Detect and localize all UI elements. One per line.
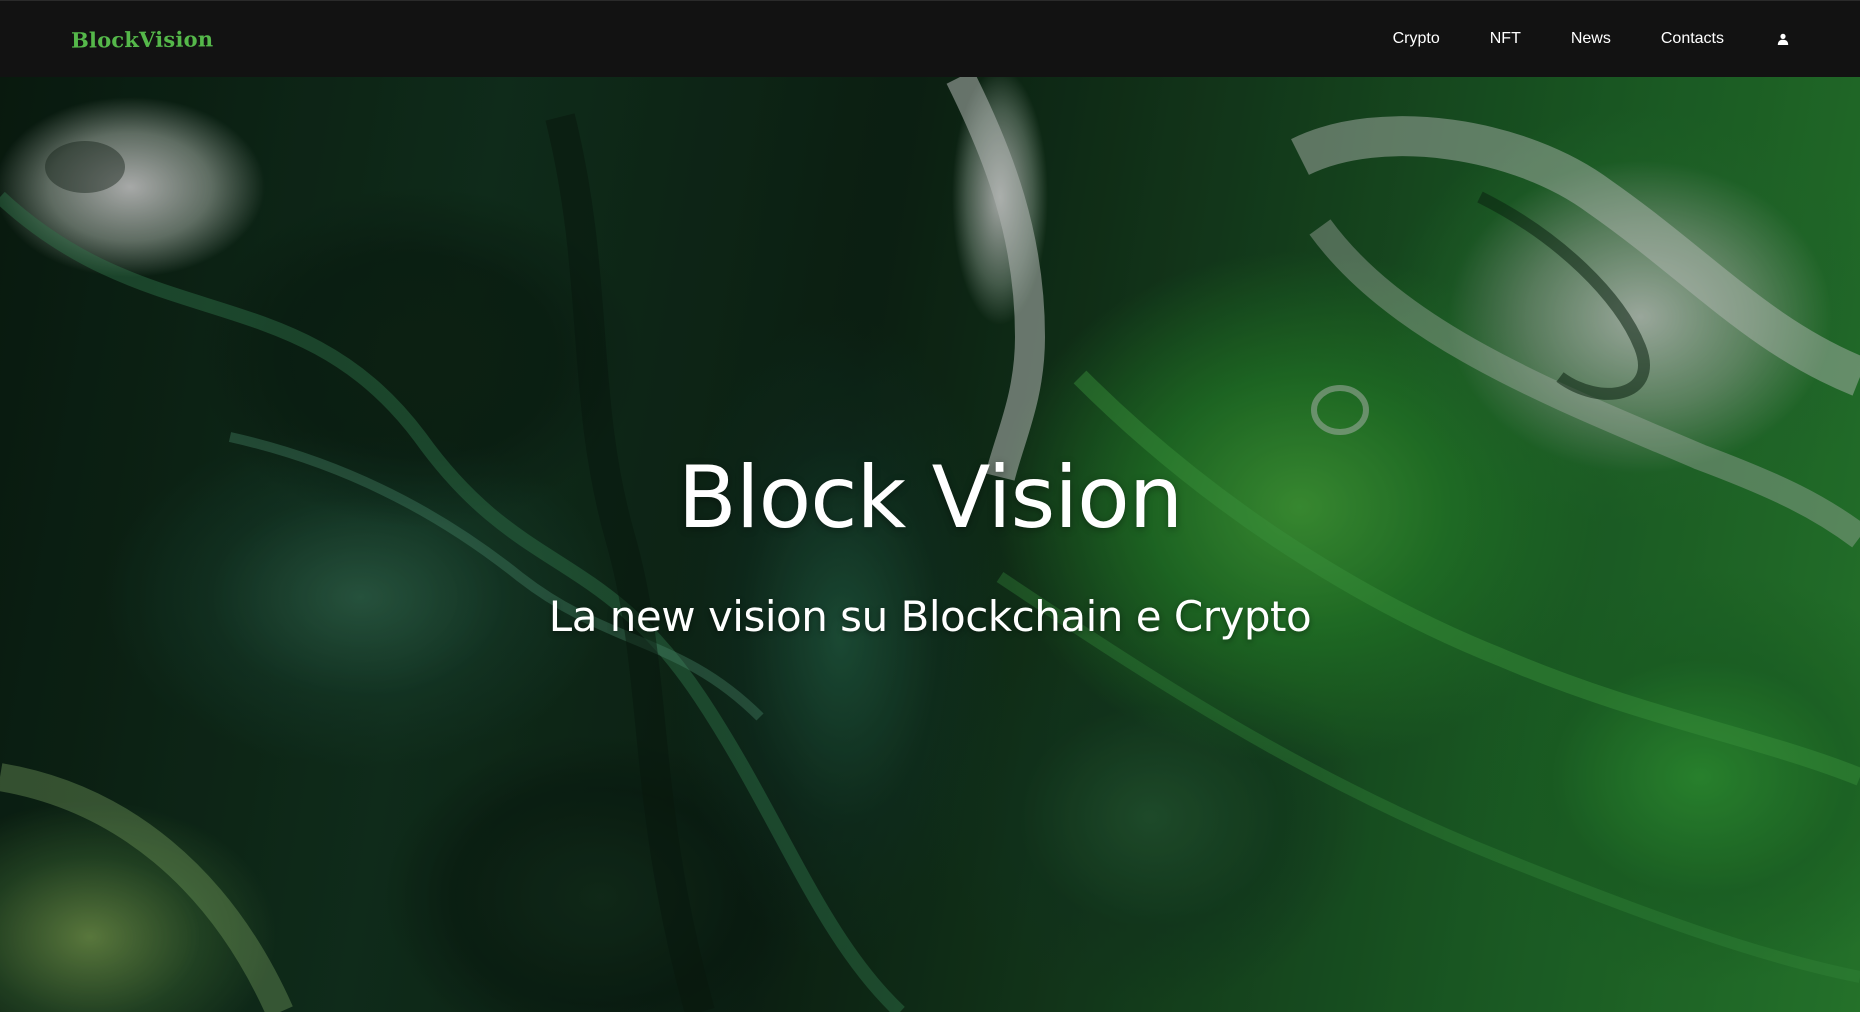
hero-content: Block Vision La new vision su Blockchain… (0, 77, 1860, 1012)
nav-link-contacts[interactable]: Contacts (1661, 30, 1724, 48)
brand-logo[interactable]: BlockVision (71, 26, 213, 52)
top-navbar: BlockVision Crypto NFT News Contacts (0, 0, 1860, 77)
nav-link-nft[interactable]: NFT (1490, 30, 1521, 48)
nav-link-crypto[interactable]: Crypto (1393, 30, 1440, 48)
nav-menu: Crypto NFT News Contacts (1393, 30, 1792, 48)
user-icon (1777, 33, 1789, 45)
user-account-button[interactable] (1774, 30, 1792, 48)
hero-subtitle: La new vision su Blockchain e Crypto (548, 592, 1312, 641)
nav-link-news[interactable]: News (1571, 30, 1611, 48)
hero-section: Block Vision La new vision su Blockchain… (0, 77, 1860, 1012)
hero-title: Block Vision (677, 448, 1184, 548)
